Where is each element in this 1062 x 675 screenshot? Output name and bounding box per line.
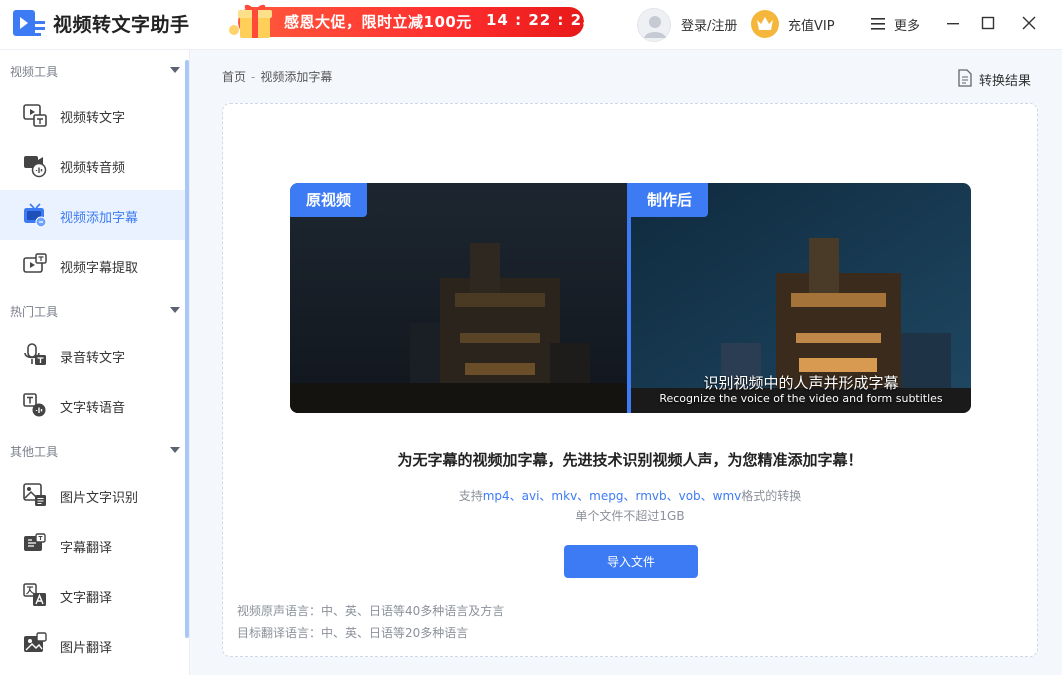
sidebar-item-add-subtitles[interactable]: 视频添加字幕 [0, 190, 185, 240]
microphone-icon [24, 343, 46, 365]
sidebar-item-extract-subtitles[interactable]: 视频字幕提取 [0, 240, 185, 290]
title-bar: 视频转文字助手 感恩大促，限时立减100元 14 : 22 : 25 登录/注册… [0, 0, 1062, 50]
original-video-tag: 原视频 [290, 183, 368, 217]
import-file-button[interactable]: 导入文件 [564, 545, 698, 578]
sidebar-item-text-translate[interactable]: 文字翻译 [0, 570, 185, 620]
avatar[interactable] [637, 8, 671, 42]
gift-icon [229, 4, 272, 38]
document-icon [958, 69, 972, 87]
caret-down-icon [170, 447, 180, 453]
app-logo-icon [13, 10, 45, 36]
sidebar-item-text-to-speech[interactable]: 文字转语音 [0, 380, 185, 430]
breadcrumb-current: 视频添加字幕 [260, 70, 333, 84]
text-speech-icon [23, 393, 46, 417]
sidebar-scrollbar[interactable] [185, 60, 189, 638]
subtitle-chinese: 识别视频中的人声并形成字幕 [703, 374, 899, 392]
login-register-link[interactable]: 登录/注册 [681, 15, 737, 34]
processed-video-tag: 制作后 [631, 183, 709, 217]
video-audio-icon [24, 156, 47, 178]
video-text-icon [23, 104, 47, 127]
subtitle-english: Recognize the voice of the video and for… [659, 392, 943, 405]
section-video-tools[interactable]: 视频工具 [0, 50, 185, 90]
sidebar-item-video-to-audio[interactable]: 视频转音频 [0, 140, 185, 190]
sidebar: 视频工具 视频转文字 视频转音频 视频添加字幕 视频字幕提取 热门工具 录音转文… [0, 50, 190, 675]
breadcrumb: 首页 - 视频添加字幕 [222, 70, 333, 84]
feature-headline: 为无字幕的视频加字幕，先进技术识别视频人声，为您精准添加字幕！ [397, 451, 863, 469]
original-video-image [290, 183, 627, 413]
section-other-tools[interactable]: 其他工具 [0, 430, 185, 470]
sidebar-item-image-translate[interactable]: 图片翻译 [0, 620, 185, 670]
file-size-limit: 单个文件不超过1GB [575, 509, 685, 523]
source-language-info: 视频原声语言：中、英、日语等40多种语言及方言 [237, 604, 505, 618]
subtitle-extract-icon [23, 253, 47, 273]
vip-recharge-link[interactable]: 充值VIP [788, 15, 835, 34]
translate-icon [23, 583, 46, 606]
promo-banner[interactable]: 感恩大促，限时立减100元 14 : 22 : 25 [222, 0, 593, 42]
sidebar-item-subtitle-translate[interactable]: 字幕翻译 [0, 520, 185, 570]
caret-down-icon [170, 67, 180, 73]
breadcrumb-home[interactable]: 首页 [222, 70, 246, 84]
caret-down-icon [170, 307, 180, 313]
file-drop-zone[interactable]: 原视频 制作后 识别视频中的人声并形成字幕 Recognize the voic… [222, 103, 1038, 657]
sidebar-item-audio-to-text[interactable]: 录音转文字 [0, 330, 185, 380]
close-icon[interactable] [1018, 12, 1040, 34]
promo-text: 感恩大促，限时立减100元 [284, 13, 472, 31]
maximize-icon[interactable] [977, 12, 999, 34]
user-icon [644, 16, 666, 38]
sidebar-item-image-ocr[interactable]: 图片文字识别 [0, 470, 185, 520]
sidebar-item-video-to-text[interactable]: 视频转文字 [0, 90, 185, 140]
tv-subtitle-icon [24, 203, 47, 228]
target-language-info: 目标翻译语言：中、英、日语等20多种语言 [237, 626, 469, 640]
promo-countdown: 14 : 22 : 25 [486, 11, 594, 29]
menu-icon[interactable] [871, 17, 885, 31]
image-translate-icon [24, 632, 47, 652]
minimize-icon[interactable] [942, 12, 964, 34]
app-title: 视频转文字助手 [53, 14, 190, 36]
section-hot-tools[interactable]: 热门工具 [0, 290, 185, 330]
subtitle-translate-icon [24, 533, 46, 551]
more-menu[interactable]: 更多 [894, 15, 920, 34]
vip-crown-icon[interactable] [750, 9, 780, 39]
before-after-preview: 原视频 制作后 识别视频中的人声并形成字幕 Recognize the voic… [290, 183, 971, 413]
supported-formats: 支持mp4、avi、mkv、mepg、rmvb、vob、wmv格式的转换 [458, 489, 802, 503]
image-text-icon [23, 483, 46, 506]
